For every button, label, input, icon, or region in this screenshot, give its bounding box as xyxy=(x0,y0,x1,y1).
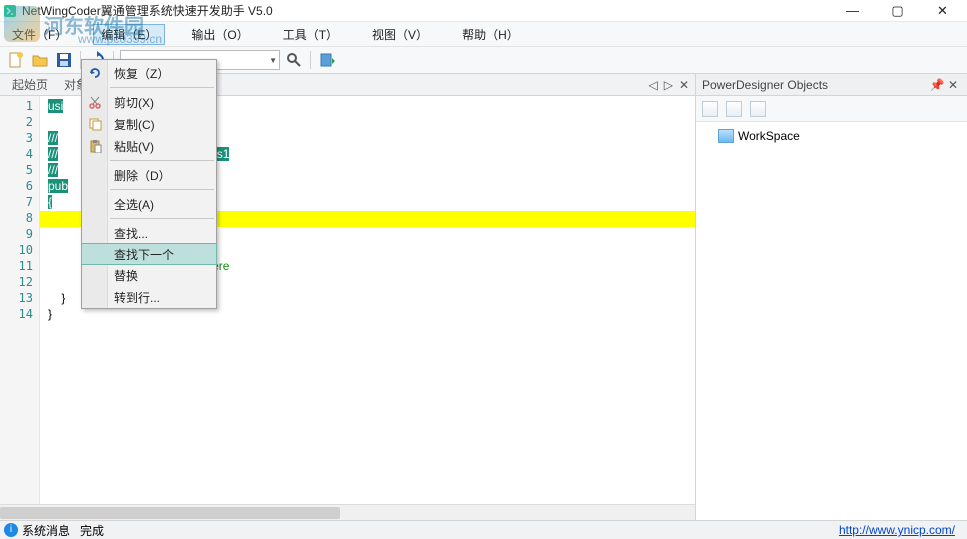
menu-file[interactable]: 文件（F） xyxy=(4,24,75,45)
run-icon[interactable] xyxy=(317,50,337,70)
window-title: NetWingCoder翼通管理系统快速开发助手 V5.0 xyxy=(22,2,830,19)
tab-start[interactable]: 起始页 xyxy=(4,74,56,95)
menu-help[interactable]: 帮助（H） xyxy=(454,24,527,45)
pin-icon[interactable]: 📌 xyxy=(929,78,945,92)
cm-copy[interactable]: 复制(C) xyxy=(82,113,216,135)
tab-prev-icon[interactable]: ◁ xyxy=(646,78,659,92)
titlebar: NetWingCoder翼通管理系统快速开发助手 V5.0 — ▢ ✕ xyxy=(0,0,967,22)
panel-tool-2-icon[interactable] xyxy=(726,101,742,117)
panel-tree[interactable]: WorkSpace xyxy=(696,122,967,520)
tree-item-workspace[interactable]: WorkSpace xyxy=(702,128,961,144)
cm-paste[interactable]: 粘贴(V) xyxy=(82,135,216,157)
menu-tools[interactable]: 工具（T） xyxy=(275,24,346,45)
panel-header: PowerDesigner Objects 📌 ✕ xyxy=(696,74,967,96)
status-sysmsg[interactable]: 系统消息 xyxy=(22,522,70,539)
find-icon[interactable] xyxy=(284,50,304,70)
menu-output[interactable]: 输出（O） xyxy=(183,24,256,45)
minimize-button[interactable]: — xyxy=(830,1,875,21)
tree-item-label: WorkSpace xyxy=(738,129,800,143)
redo-icon xyxy=(86,64,104,82)
cm-delete[interactable]: 删除（D） xyxy=(82,164,216,186)
cm-find[interactable]: 查找... xyxy=(82,222,216,244)
maximize-button[interactable]: ▢ xyxy=(875,1,920,21)
status-done: 完成 xyxy=(80,522,104,539)
paste-icon xyxy=(86,137,104,155)
tab-close-icon[interactable]: ✕ xyxy=(677,78,691,92)
menubar: 文件（F） 编辑（E） 输出（O） 工具（T） 视图（V） 帮助（H） xyxy=(0,22,967,46)
app-icon xyxy=(2,3,18,19)
save-icon[interactable] xyxy=(54,50,74,70)
status-link[interactable]: http://www.ynicp.com/ xyxy=(839,523,963,537)
cm-redo[interactable]: 恢复（Z） xyxy=(82,62,216,84)
info-icon[interactable]: i xyxy=(4,523,18,537)
menu-edit[interactable]: 编辑（E） xyxy=(93,24,165,45)
cm-selectall[interactable]: 全选(A) xyxy=(82,193,216,215)
edit-context-menu: 恢复（Z） 剪切(X) 复制(C) 粘贴(V) 删除（D） 全选(A) 查找..… xyxy=(81,59,217,309)
panel-title: PowerDesigner Objects xyxy=(702,78,929,92)
workspace-icon xyxy=(718,129,734,143)
cm-cut[interactable]: 剪切(X) xyxy=(82,91,216,113)
cut-icon xyxy=(86,93,104,111)
panel-tool-1-icon[interactable] xyxy=(702,101,718,117)
line-gutter: 1234567891011121314 xyxy=(0,96,40,504)
panel-tool-3-icon[interactable] xyxy=(750,101,766,117)
copy-icon xyxy=(86,115,104,133)
new-icon[interactable] xyxy=(6,50,26,70)
panel-toolbar xyxy=(696,96,967,122)
cm-goto[interactable]: 转到行... xyxy=(82,286,216,308)
open-icon[interactable] xyxy=(30,50,50,70)
tab-next-icon[interactable]: ▷ xyxy=(662,78,675,92)
close-button[interactable]: ✕ xyxy=(920,1,965,21)
horizontal-scrollbar[interactable] xyxy=(0,504,695,520)
panel-close-icon[interactable]: ✕ xyxy=(945,78,961,92)
statusbar: i 系统消息 完成 http://www.ynicp.com/ xyxy=(0,520,967,539)
cm-findnext[interactable]: 查找下一个 xyxy=(81,243,217,265)
cm-replace[interactable]: 替换 xyxy=(82,264,216,286)
menu-view[interactable]: 视图（V） xyxy=(364,24,436,45)
